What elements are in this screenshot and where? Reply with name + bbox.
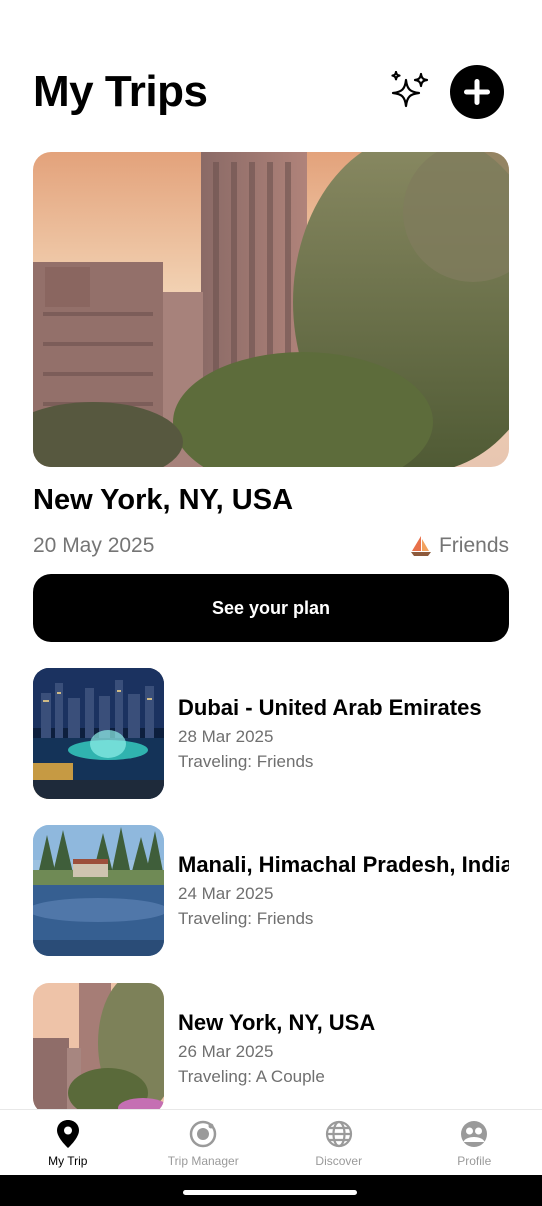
plus-icon bbox=[464, 79, 490, 105]
trip-date: 24 Mar 2025 bbox=[178, 884, 274, 903]
trip-thumbnail bbox=[33, 825, 164, 956]
bottom-nav: My Trip Trip Manager Discover Profile bbox=[0, 1109, 542, 1175]
hero-company-label: Friends bbox=[438, 534, 509, 557]
target-icon bbox=[190, 1120, 217, 1148]
home-indicator[interactable] bbox=[183, 1190, 357, 1195]
nav-label: Trip Manager bbox=[167, 1154, 239, 1168]
trip-traveling: Traveling: Friends bbox=[178, 909, 314, 928]
ai-sparkle-button[interactable] bbox=[388, 70, 432, 114]
nav-my-trip[interactable]: My Trip bbox=[0, 1110, 136, 1175]
trip-traveling: Traveling: Friends bbox=[178, 752, 314, 771]
trip-name: Dubai - United Arab Emirates bbox=[178, 695, 482, 720]
globe-icon bbox=[325, 1120, 352, 1148]
trip-date: 28 Mar 2025 bbox=[178, 727, 274, 746]
hero-trip-date: 20 May 2025 bbox=[33, 534, 155, 557]
nav-label: My Trip bbox=[48, 1154, 88, 1168]
trip-info: Manali, Himachal Pradesh, India 24 Mar 2… bbox=[178, 852, 509, 929]
hero-trip-image[interactable] bbox=[33, 152, 509, 467]
trip-date: 26 Mar 2025 bbox=[178, 1042, 274, 1061]
nav-profile[interactable]: Profile bbox=[407, 1110, 542, 1175]
trip-list-item[interactable]: Dubai - United Arab Emirates 28 Mar 2025… bbox=[33, 668, 509, 799]
see-plan-button[interactable]: See your plan bbox=[33, 574, 509, 642]
trip-list-item[interactable]: Manali, Himachal Pradesh, India 24 Mar 2… bbox=[33, 825, 509, 956]
header: My Trips bbox=[33, 60, 504, 124]
nav-trip-manager[interactable]: Trip Manager bbox=[136, 1110, 272, 1175]
map-pin-icon bbox=[56, 1120, 79, 1148]
trip-traveling: Traveling: A Couple bbox=[178, 1067, 325, 1086]
trip-info: Dubai - United Arab Emirates 28 Mar 2025… bbox=[178, 695, 482, 772]
nav-discover[interactable]: Discover bbox=[271, 1110, 407, 1175]
trip-thumbnail bbox=[33, 983, 164, 1109]
hero-trip-company: Friends bbox=[409, 534, 509, 558]
nav-label: Discover bbox=[315, 1154, 363, 1168]
trip-name: New York, NY, USA bbox=[178, 1010, 376, 1035]
page-title: My Trips bbox=[33, 67, 208, 116]
trip-name: Manali, Himachal Pradesh, India bbox=[178, 852, 509, 877]
trip-info: New York, NY, USA 26 Mar 2025 Traveling:… bbox=[178, 1010, 375, 1087]
profile-icon bbox=[461, 1121, 488, 1147]
sparkle-icon bbox=[391, 71, 429, 108]
add-trip-button[interactable] bbox=[450, 65, 504, 119]
nav-label: Profile bbox=[457, 1154, 492, 1168]
trip-list: Dubai - United Arab Emirates 28 Mar 2025… bbox=[33, 668, 509, 1109]
trip-list-item[interactable]: New York, NY, USA 26 Mar 2025 Traveling:… bbox=[33, 983, 509, 1109]
hero-trip-title: New York, NY, USA bbox=[33, 484, 294, 516]
sailboat-icon bbox=[410, 536, 431, 556]
trip-thumbnail bbox=[33, 668, 164, 799]
header-actions bbox=[388, 65, 504, 119]
